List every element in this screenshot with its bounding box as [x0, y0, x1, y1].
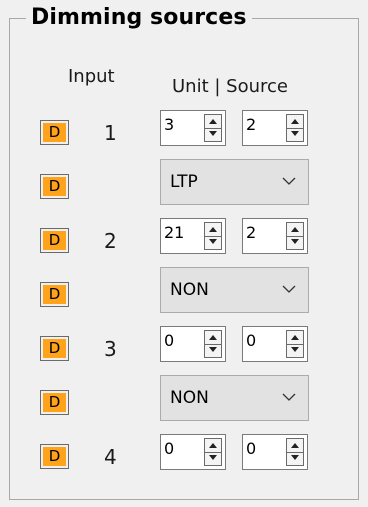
source-combo-1[interactable]: LTP: [160, 159, 309, 205]
dim-button-input-4[interactable]: D: [40, 444, 69, 469]
unit-spinner-input-1[interactable]: 3: [160, 110, 226, 146]
spinner-buttons: [286, 438, 304, 466]
unit-value: 0: [164, 331, 175, 350]
dim-button-label: D: [48, 285, 61, 303]
triangle-down-icon: [291, 347, 299, 352]
spin-down-button[interactable]: [205, 452, 221, 465]
spinner-buttons: [286, 330, 304, 358]
triangle-down-icon: [291, 131, 299, 136]
spin-up-button[interactable]: [205, 115, 221, 129]
triangle-down-icon: [209, 239, 217, 244]
triangle-up-icon: [209, 227, 217, 232]
triangle-up-icon: [291, 227, 299, 232]
triangle-up-icon: [291, 119, 299, 124]
source-spinner-input-4[interactable]: 0: [242, 434, 308, 470]
input-number: 1: [104, 121, 117, 145]
source-spinner-input-2[interactable]: 2: [242, 218, 308, 254]
unit-spinner-input-2[interactable]: 21: [160, 218, 226, 254]
spin-down-button[interactable]: [287, 344, 303, 357]
unit-spinner-input-4[interactable]: 0: [160, 434, 226, 470]
triangle-down-icon: [209, 131, 217, 136]
source-spinner-input-1[interactable]: 2: [242, 110, 308, 146]
source-value: 2: [246, 223, 257, 242]
group-title: Dimming sources: [26, 4, 252, 32]
dim-button-label: D: [48, 339, 61, 357]
source-value: 2: [246, 115, 257, 134]
triangle-down-icon: [291, 239, 299, 244]
source-combo-2[interactable]: NON: [160, 267, 309, 313]
dim-button-input-1[interactable]: D: [40, 120, 69, 145]
triangle-up-icon: [209, 335, 217, 340]
spin-up-button[interactable]: [205, 331, 221, 345]
unit-spinner-input-3[interactable]: 0: [160, 326, 226, 362]
spin-up-button[interactable]: [287, 223, 303, 237]
dim-button-combo-3[interactable]: D: [40, 390, 69, 415]
combo-selected-value: LTP: [170, 172, 198, 192]
source-spinner-input-3[interactable]: 0: [242, 326, 308, 362]
dim-button-input-3[interactable]: D: [40, 336, 69, 361]
unit-source-column-header: Unit | Source: [172, 76, 288, 97]
dim-button-label: D: [48, 177, 61, 195]
input-number: 4: [104, 445, 117, 469]
spinner-buttons: [204, 438, 222, 466]
triangle-up-icon: [291, 335, 299, 340]
dim-button-combo-1[interactable]: D: [40, 174, 69, 199]
dim-button-label: D: [48, 231, 61, 249]
combo-selected-value: NON: [170, 388, 209, 408]
spinner-buttons: [204, 222, 222, 250]
spin-down-button[interactable]: [287, 452, 303, 465]
unit-value: 3: [164, 115, 175, 134]
input-column-header: Input: [68, 66, 115, 87]
spin-down-button[interactable]: [205, 128, 221, 141]
spin-up-button[interactable]: [287, 331, 303, 345]
spinner-buttons: [286, 222, 304, 250]
chevron-down-icon: [282, 393, 296, 401]
dimming-sources-panel: Dimming sources Input Unit | Source D 1 …: [0, 0, 368, 507]
combo-selected-value: NON: [170, 280, 209, 300]
source-value: 0: [246, 331, 257, 350]
spin-up-button[interactable]: [205, 439, 221, 453]
source-value: 0: [246, 439, 257, 458]
spin-up-button[interactable]: [205, 223, 221, 237]
spin-down-button[interactable]: [287, 236, 303, 249]
dim-button-label: D: [48, 123, 61, 141]
input-number: 2: [104, 229, 117, 253]
spinner-buttons: [204, 330, 222, 358]
triangle-down-icon: [291, 455, 299, 460]
spin-down-button[interactable]: [205, 344, 221, 357]
input-number: 3: [104, 337, 117, 361]
triangle-up-icon: [209, 443, 217, 448]
triangle-down-icon: [209, 347, 217, 352]
unit-value: 0: [164, 439, 175, 458]
triangle-down-icon: [209, 455, 217, 460]
triangle-up-icon: [291, 443, 299, 448]
dim-button-combo-2[interactable]: D: [40, 282, 69, 307]
source-combo-3[interactable]: NON: [160, 375, 309, 421]
dim-button-label: D: [48, 447, 61, 465]
spin-down-button[interactable]: [287, 128, 303, 141]
spinner-buttons: [286, 114, 304, 142]
spinner-buttons: [204, 114, 222, 142]
triangle-up-icon: [209, 119, 217, 124]
dim-button-input-2[interactable]: D: [40, 228, 69, 253]
spin-up-button[interactable]: [287, 115, 303, 129]
unit-value: 21: [164, 223, 185, 242]
spin-down-button[interactable]: [205, 236, 221, 249]
spin-up-button[interactable]: [287, 439, 303, 453]
dim-button-label: D: [48, 393, 61, 411]
chevron-down-icon: [282, 285, 296, 293]
chevron-down-icon: [282, 177, 296, 185]
